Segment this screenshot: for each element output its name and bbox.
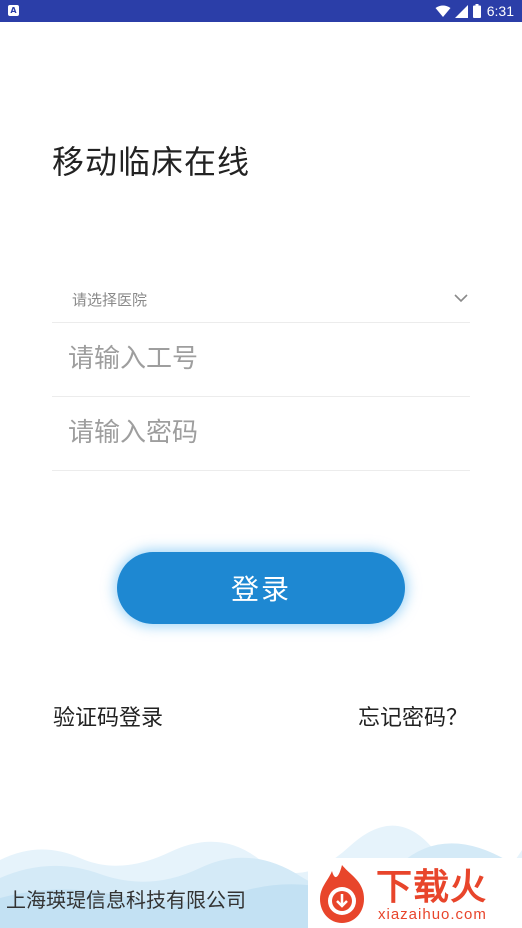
employee-id-input[interactable] xyxy=(68,337,458,381)
login-screen: A 6:31 移动临床在线 请选择医院 登录 验 xyxy=(0,0,522,928)
watermark-subtext: xiazaihuo.com xyxy=(378,906,487,923)
company-name: 上海瑛瑅信息科技有限公司 xyxy=(6,888,246,912)
watermark-text: 下载火 xyxy=(376,867,488,908)
watermark-logo: 下载火 xiazaihuo.com xyxy=(308,858,522,928)
status-indicators: 6:31 xyxy=(435,0,514,22)
status-bar: A 6:31 xyxy=(0,0,522,22)
app-notification-icon: A xyxy=(8,5,19,16)
hospital-select-label: 请选择医院 xyxy=(72,291,148,309)
status-time: 6:31 xyxy=(486,3,514,19)
battery-icon xyxy=(472,4,481,18)
sms-login-link[interactable]: 验证码登录 xyxy=(53,700,163,732)
wifi-icon xyxy=(435,5,451,17)
employee-id-field xyxy=(52,323,470,397)
signal-icon xyxy=(454,4,468,18)
app-title: 移动临床在线 xyxy=(52,143,251,181)
login-button[interactable]: 登录 xyxy=(117,552,405,624)
forgot-password-link[interactable]: 忘记密码？ xyxy=(358,700,468,732)
flame-logo-icon xyxy=(320,865,364,923)
password-input[interactable] xyxy=(68,411,458,455)
password-field xyxy=(52,397,470,471)
hospital-select[interactable]: 请选择医院 xyxy=(52,278,470,323)
chevron-down-icon xyxy=(454,294,468,303)
